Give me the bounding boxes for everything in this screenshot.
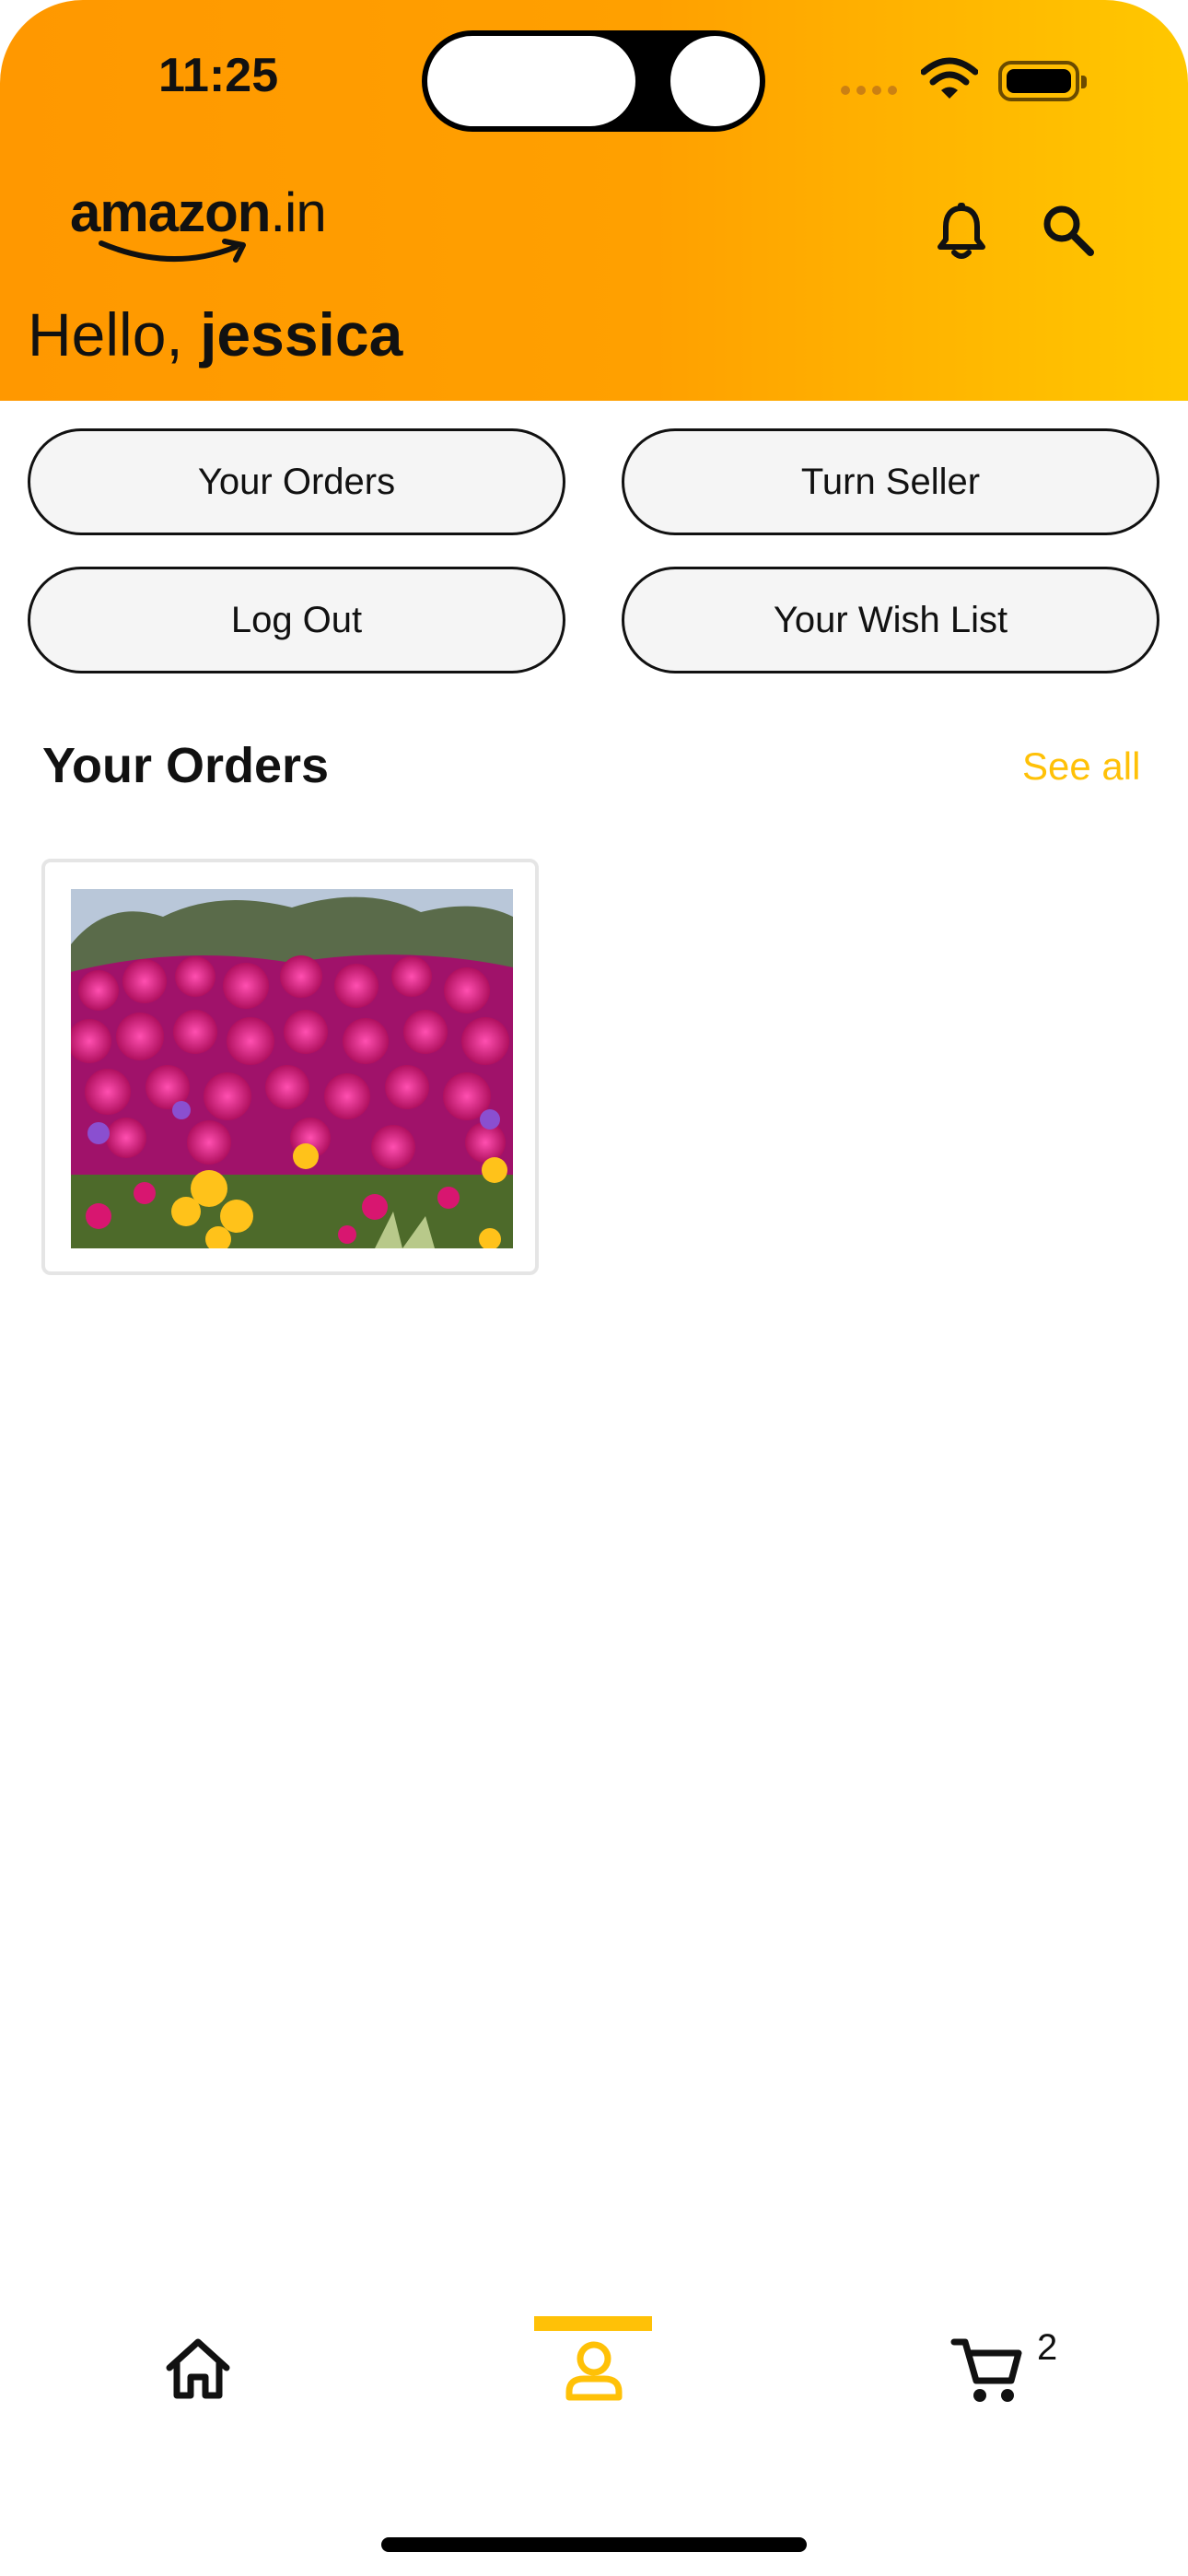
- see-all-link[interactable]: See all: [1022, 744, 1140, 789]
- amazon-logo[interactable]: amazon.in: [70, 181, 337, 265]
- cart-count-badge: 2: [1037, 2327, 1058, 2368]
- your-orders-button[interactable]: Your Orders: [28, 428, 565, 535]
- smile-arrow-icon: [99, 239, 246, 263]
- home-icon[interactable]: [164, 2336, 232, 2401]
- wifi-icon: [921, 57, 978, 99]
- active-tab-indicator: [534, 2316, 652, 2331]
- home-indicator[interactable]: [381, 2537, 807, 2552]
- order-product-image: [71, 889, 513, 1248]
- cart-icon[interactable]: [950, 2333, 1022, 2406]
- wish-list-button[interactable]: Your Wish List: [622, 567, 1159, 673]
- status-time: 11:25: [158, 49, 279, 102]
- account-icon[interactable]: [564, 2338, 624, 2403]
- search-icon[interactable]: [1041, 203, 1096, 258]
- turn-seller-button[interactable]: Turn Seller: [622, 428, 1159, 535]
- cellular-signal-icon: [841, 86, 897, 95]
- orders-section-title: Your Orders: [42, 738, 330, 793]
- user-name: jessica: [200, 300, 403, 369]
- greeting: Hello, jessica: [28, 300, 403, 369]
- log-out-button[interactable]: Log Out: [28, 567, 565, 673]
- battery-icon: [998, 61, 1087, 101]
- dynamic-island: [422, 30, 765, 132]
- bell-icon[interactable]: [936, 203, 987, 262]
- order-card[interactable]: [41, 859, 539, 1275]
